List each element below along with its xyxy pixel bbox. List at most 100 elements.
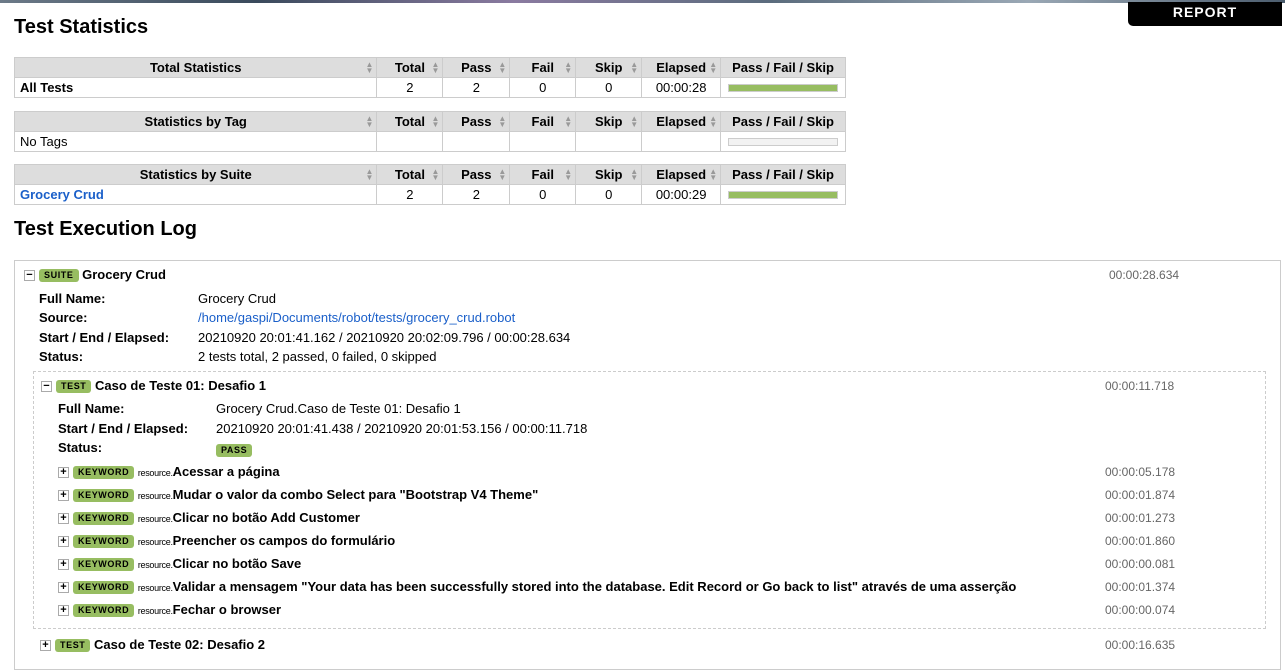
- expand-icon[interactable]: +: [40, 640, 51, 652]
- column-header-1[interactable]: Pass ▲ ▼: [442, 164, 511, 185]
- keyword-row[interactable]: + KEYWORD resource.Preencher os campos do…: [58, 533, 395, 549]
- sort-icon[interactable]: ▲ ▼: [564, 115, 572, 129]
- keyword-badge: KEYWORD: [73, 581, 135, 595]
- sort-icon[interactable]: ▲ ▼: [431, 168, 439, 182]
- column-header-0[interactable]: Total ▲ ▼: [376, 111, 444, 132]
- report-button[interactable]: REPORT: [1128, 2, 1282, 26]
- column-header-3[interactable]: Skip ▲ ▼: [575, 111, 643, 132]
- suite-header[interactable]: − SUITE Grocery Crud: [24, 267, 166, 283]
- keyword-library: resource.: [137, 560, 173, 570]
- column-header-0[interactable]: Total ▲ ▼: [376, 164, 444, 185]
- column-header-5[interactable]: Pass / Fail / Skip: [720, 164, 846, 185]
- keyword-elapsed: 00:00:00.081: [1105, 557, 1176, 571]
- keyword-library: resource.: [137, 514, 173, 524]
- test2-header[interactable]: + TEST Caso de Teste 02: Desafio 2: [40, 637, 266, 653]
- sort-icon[interactable]: ▲ ▼: [564, 168, 572, 182]
- sort-icon[interactable]: ▲ ▼: [709, 61, 717, 75]
- sort-icon[interactable]: ▲ ▼: [709, 168, 717, 182]
- column-header-4[interactable]: Elapsed ▲ ▼: [641, 57, 722, 78]
- cell-fail: 0: [509, 77, 577, 98]
- sort-icon[interactable]: ▲ ▼: [366, 115, 374, 129]
- stats-row: All Tests 2 2 0 0 00:00:28: [13, 77, 846, 98]
- column-header-3[interactable]: Skip ▲ ▼: [575, 164, 643, 185]
- expand-icon[interactable]: +: [58, 467, 69, 479]
- column-header-name[interactable]: Statistics by Tag ▲ ▼: [13, 111, 378, 132]
- keyword-elapsed: 00:00:01.273: [1105, 511, 1176, 525]
- keyword-name: Fechar o browser: [172, 602, 282, 617]
- test-log: − TEST Caso de Teste 01: Desafio 1 00:00:…: [33, 371, 1266, 629]
- test-header[interactable]: − TEST Caso de Teste 01: Desafio 1: [41, 378, 266, 394]
- source-link[interactable]: /home/gaspi/Documents/robot/tests/grocer…: [198, 310, 515, 325]
- expand-icon[interactable]: +: [58, 536, 69, 548]
- column-header-1[interactable]: Pass ▲ ▼: [442, 111, 511, 132]
- cell-pass: [442, 131, 511, 152]
- column-header-name[interactable]: Statistics by Suite ▲ ▼: [13, 164, 378, 185]
- sort-icon[interactable]: ▲ ▼: [564, 61, 572, 75]
- keyword-name: Clicar no botão Save: [172, 556, 302, 571]
- cell-skip: [575, 131, 643, 152]
- suite-full-name: Grocery Crud: [198, 291, 277, 306]
- keyword-row[interactable]: + KEYWORD resource.Acessar a página: [58, 464, 280, 480]
- sort-icon[interactable]: ▲ ▼: [630, 168, 638, 182]
- keyword-library: resource.: [137, 583, 173, 593]
- sort-icon[interactable]: ▲ ▼: [366, 61, 374, 75]
- column-header-2[interactable]: Fail ▲ ▼: [509, 57, 577, 78]
- column-header-5[interactable]: Pass / Fail / Skip: [720, 57, 846, 78]
- expand-icon[interactable]: +: [58, 490, 69, 502]
- column-header-4[interactable]: Elapsed ▲ ▼: [641, 111, 722, 132]
- column-header-3[interactable]: Skip ▲ ▼: [575, 57, 643, 78]
- keyword-badge: KEYWORD: [73, 535, 135, 549]
- column-header-name[interactable]: Total Statistics ▲ ▼: [13, 57, 378, 78]
- column-header-4[interactable]: Elapsed ▲ ▼: [641, 164, 722, 185]
- pass-bar: [729, 84, 837, 91]
- suite-link[interactable]: Grocery Crud: [20, 187, 104, 202]
- column-header-2[interactable]: Fail ▲ ▼: [509, 111, 577, 132]
- test2-elapsed: 00:00:16.635: [1105, 638, 1176, 652]
- log-heading: Test Execution Log: [14, 218, 197, 240]
- collapse-icon[interactable]: −: [41, 381, 52, 393]
- keyword-row[interactable]: + KEYWORD resource.Validar a mensagem "Yo…: [58, 579, 1017, 595]
- keyword-name: Clicar no botão Add Customer: [172, 510, 360, 525]
- keyword-badge: KEYWORD: [73, 512, 135, 526]
- cell-fail: 0: [509, 184, 577, 205]
- column-header-5[interactable]: Pass / Fail / Skip: [720, 111, 846, 132]
- sort-icon[interactable]: ▲ ▼: [709, 115, 717, 129]
- sort-icon[interactable]: ▲ ▼: [498, 61, 506, 75]
- suite-stats-table: Statistics by Suite ▲ ▼ Total ▲ ▼ Pass ▲ ▼ Fail ▲ ▼…: [13, 164, 846, 205]
- expand-icon[interactable]: +: [58, 513, 69, 525]
- sort-icon[interactable]: ▲ ▼: [431, 61, 439, 75]
- column-header-2[interactable]: Fail ▲ ▼: [509, 164, 577, 185]
- keyword-row[interactable]: + KEYWORD resource.Mudar o valor da combo…: [58, 487, 538, 503]
- test-badge: TEST: [56, 380, 92, 394]
- times-label: Start / End / Elapsed:: [58, 421, 189, 436]
- keyword-row[interactable]: + KEYWORD resource.Clicar no botão Save: [58, 556, 302, 572]
- sort-icon[interactable]: ▲ ▼: [498, 168, 506, 182]
- test-full-name: Grocery Crud.Caso de Teste 01: Desafio 1: [216, 401, 461, 416]
- suite-badge: SUITE: [39, 269, 79, 283]
- expand-icon[interactable]: +: [58, 605, 69, 617]
- sort-icon[interactable]: ▲ ▼: [498, 115, 506, 129]
- column-header-0[interactable]: Total ▲ ▼: [376, 57, 444, 78]
- keyword-library: resource.: [137, 491, 173, 501]
- keyword-library: resource.: [137, 537, 173, 547]
- pass-fail-skip-graph: [720, 77, 846, 98]
- sort-icon[interactable]: ▲ ▼: [366, 168, 374, 182]
- expand-icon[interactable]: +: [58, 582, 69, 594]
- collapse-icon[interactable]: −: [24, 270, 35, 282]
- keyword-elapsed: 00:00:05.178: [1105, 465, 1176, 479]
- column-header-1[interactable]: Pass ▲ ▼: [442, 57, 511, 78]
- suite-name: Grocery Crud: [82, 267, 166, 282]
- sort-icon[interactable]: ▲ ▼: [630, 115, 638, 129]
- suite-elapsed: 00:00:28.634: [1109, 268, 1180, 282]
- keyword-row[interactable]: + KEYWORD resource.Fechar o browser: [58, 602, 282, 618]
- keyword-badge: KEYWORD: [73, 604, 135, 618]
- sort-icon[interactable]: ▲ ▼: [431, 115, 439, 129]
- sort-icon[interactable]: ▲ ▼: [630, 61, 638, 75]
- keyword-row[interactable]: + KEYWORD resource.Clicar no botão Add Cu…: [58, 510, 360, 526]
- suite-times: 20210920 20:01:41.162 / 20210920 20:02:0…: [198, 330, 571, 345]
- stats-row: Grocery Crud 2 2 0 0 00:00:29: [13, 184, 846, 205]
- cell-total: [376, 131, 444, 152]
- test-name: Caso de Teste 02: Desafio 2: [94, 637, 266, 652]
- keyword-name: Validar a mensagem "Your data has been s…: [172, 579, 1017, 594]
- expand-icon[interactable]: +: [58, 559, 69, 571]
